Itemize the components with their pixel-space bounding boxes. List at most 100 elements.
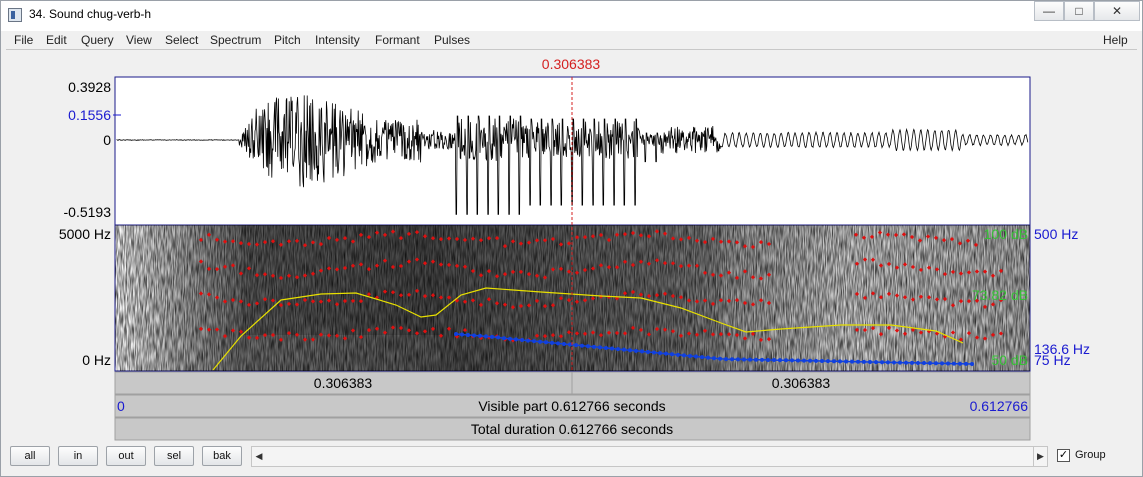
pitch-point: [556, 341, 560, 346]
pitch-point: [496, 335, 500, 340]
menu-separator: [6, 49, 1137, 50]
pitch-point: [808, 358, 812, 363]
pitch-point: [760, 357, 764, 362]
pitch-point: [550, 340, 554, 345]
pitch-point: [850, 359, 854, 364]
menu-select[interactable]: Select: [165, 33, 198, 47]
pitch-point: [610, 346, 614, 351]
pitch-point: [790, 358, 794, 363]
waveform-ymax: 0.3928: [68, 79, 111, 95]
sound-editor-canvas[interactable]: 0.306383 0.3928 0.1556 0 -0.5193 5000 Hz…: [1, 51, 1142, 443]
pitch-point: [490, 334, 494, 339]
pitch-point: [868, 359, 872, 364]
half-left-label: 0.306383: [314, 375, 373, 391]
pitch-point: [928, 361, 932, 366]
title-bar: 34. Sound chug-verb-h — □ ✕: [1, 1, 1142, 31]
pitch-point: [712, 356, 716, 361]
intensity-max-label: 100 dB: [984, 226, 1028, 242]
pitch-point: [766, 357, 770, 362]
scroll-right-arrow-icon[interactable]: ▶: [1033, 447, 1047, 466]
pitch-point: [946, 361, 950, 366]
freq-bottom-label: 0 Hz: [82, 352, 111, 368]
pitch-point: [940, 361, 944, 366]
pitch-point: [730, 357, 734, 362]
pitch-point: [478, 333, 482, 338]
pitch-point: [934, 361, 938, 366]
pitch-point: [916, 360, 920, 365]
time-scrollbar[interactable]: ◀ ▶: [251, 446, 1048, 467]
menu-help[interactable]: Help: [1103, 33, 1128, 47]
pitch-point: [508, 336, 512, 341]
cursor-time-label: 0.306383: [542, 56, 601, 72]
pitch-point: [586, 344, 590, 349]
waveform-ymin: -0.5193: [64, 204, 112, 220]
pitch-point: [538, 339, 542, 344]
pitch-point: [874, 360, 878, 365]
pitch-point: [682, 353, 686, 358]
minimize-button[interactable]: —: [1034, 1, 1064, 21]
pitch-point: [598, 345, 602, 350]
pitch-point: [796, 358, 800, 363]
pitch-point: [952, 361, 956, 366]
pitch-point: [784, 358, 788, 363]
menu-intensity[interactable]: Intensity: [315, 33, 360, 47]
pitch-point: [748, 357, 752, 362]
zoom-out-button[interactable]: out: [106, 446, 146, 466]
pitch-point: [622, 347, 626, 352]
zoom-in-button[interactable]: in: [58, 446, 98, 466]
pitch-point: [820, 359, 824, 364]
freq-top-label: 5000 Hz: [59, 226, 111, 242]
pitch-point: [736, 357, 740, 362]
pitch-point: [838, 359, 842, 364]
pitch-point: [724, 357, 728, 362]
scroll-left-arrow-icon[interactable]: ◀: [252, 447, 266, 466]
pitch-point: [844, 359, 848, 364]
waveform-ycursor: 0.1556: [68, 107, 111, 123]
pitch-point: [592, 344, 596, 349]
pitch-point: [502, 336, 506, 341]
total-duration-label: Total duration 0.612766 seconds: [471, 421, 673, 437]
maximize-button[interactable]: □: [1064, 1, 1094, 21]
pitch-point: [904, 360, 908, 365]
pitch-point: [742, 357, 746, 362]
zoom-all-button[interactable]: all: [10, 446, 50, 466]
praat-sound-window: 34. Sound chug-verb-h — □ ✕ File Edit Qu…: [0, 0, 1143, 477]
menu-file[interactable]: File: [14, 33, 33, 47]
pitch-point: [694, 354, 698, 359]
pitch-point: [688, 353, 692, 358]
group-checkbox[interactable]: ✓: [1057, 449, 1070, 462]
pitch-point: [628, 348, 632, 353]
pitch-point: [574, 343, 578, 348]
pitch-point: [880, 360, 884, 365]
pitch-point: [526, 338, 530, 343]
menu-view[interactable]: View: [126, 33, 152, 47]
pitch-point: [898, 360, 902, 365]
pitch-point: [454, 332, 458, 336]
menu-query[interactable]: Query: [81, 33, 114, 47]
pitch-point: [700, 355, 704, 360]
pitch-point: [910, 360, 914, 365]
pitch-point: [970, 362, 974, 367]
pitch-point: [652, 350, 656, 355]
menu-pulses[interactable]: Pulses: [434, 33, 470, 47]
pitch-point: [514, 337, 518, 342]
pitch-point: [562, 341, 566, 346]
zoom-back-button[interactable]: bak: [202, 446, 242, 466]
app-icon: [8, 8, 22, 22]
menu-formant[interactable]: Formant: [375, 33, 420, 47]
pitch-point: [778, 358, 782, 363]
pitch-point: [484, 334, 488, 339]
pitch-point: [964, 361, 968, 366]
intensity-current-label: 73.82 dB: [972, 287, 1028, 303]
pitch-point: [544, 340, 548, 345]
pitch-point: [520, 337, 524, 342]
pitch-point: [892, 360, 896, 365]
close-button[interactable]: ✕: [1094, 1, 1140, 21]
menu-pitch[interactable]: Pitch: [274, 33, 301, 47]
zoom-sel-button[interactable]: sel: [154, 446, 194, 466]
menu-spectrum[interactable]: Spectrum: [210, 33, 261, 47]
pitch-point: [580, 343, 584, 348]
pitch-point: [718, 356, 722, 361]
pitch-point: [706, 355, 710, 360]
menu-edit[interactable]: Edit: [46, 33, 67, 47]
